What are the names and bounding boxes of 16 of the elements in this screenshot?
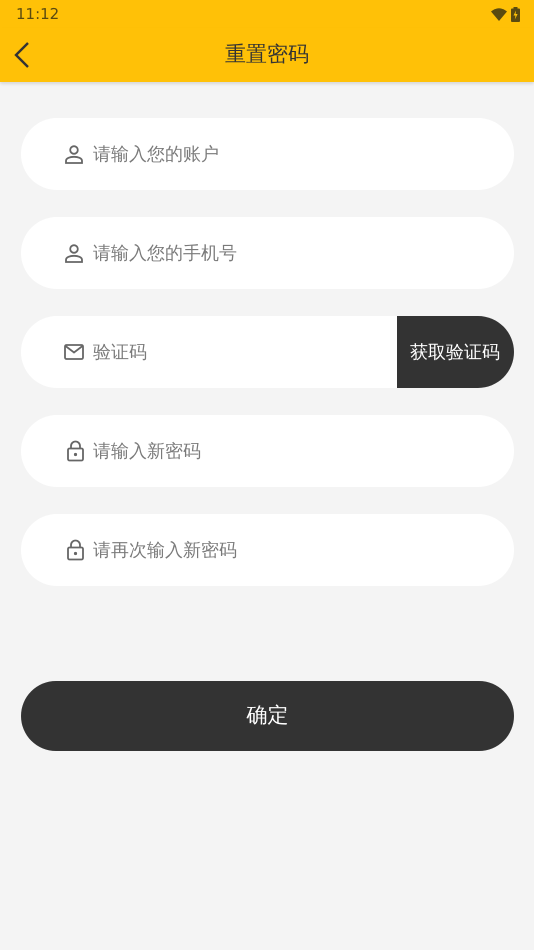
input-field[interactable]: 请输入新密码 [21,415,514,487]
user-icon [64,144,84,164]
status-time: 11:12 [16,4,60,25]
input-field[interactable]: 请输入您的账户 [21,118,514,190]
get-code-button[interactable]: 获取验证码 [397,316,514,388]
mail-icon [64,344,84,360]
input-field[interactable]: 验证码 [21,316,397,388]
input-field[interactable]: 请输入您的手机号 [21,217,514,289]
user-icon [64,243,84,263]
confirm-button[interactable]: 确定 [21,681,514,751]
battery-icon [511,6,520,22]
lock-icon [67,540,84,560]
page-title: 重置密码 [225,41,309,68]
wifi-icon [491,8,507,20]
lock-icon [67,440,84,462]
input-field[interactable]: 请再次输入新密码 [21,514,514,586]
